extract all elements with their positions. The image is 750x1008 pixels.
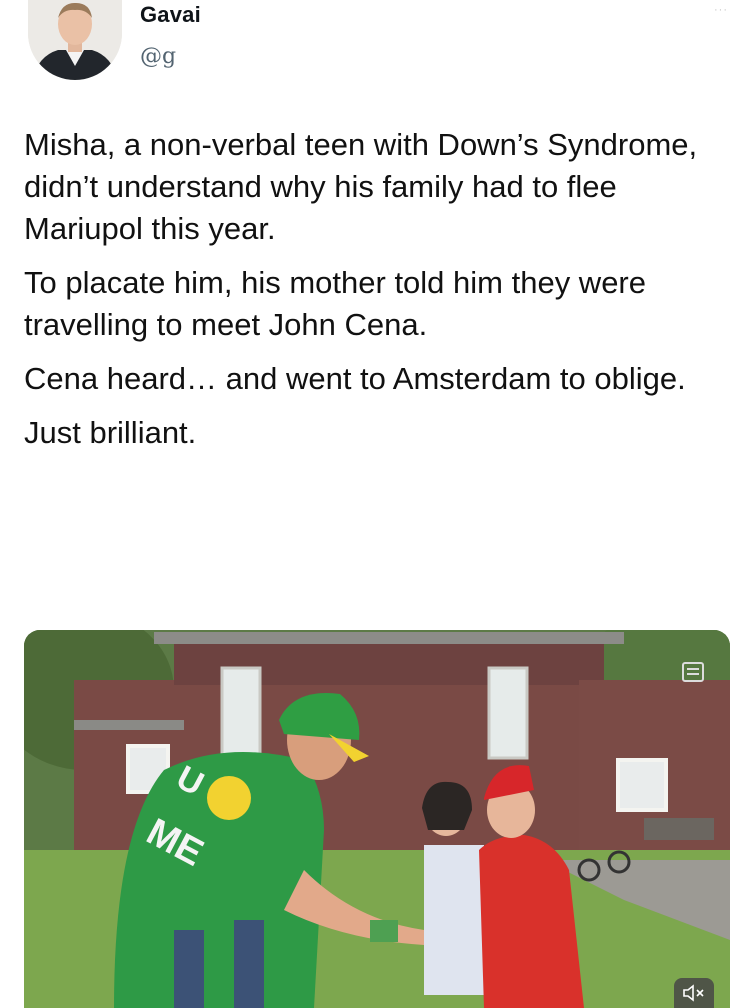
- tweet-paragraph: To placate him, his mother told him they…: [24, 265, 646, 342]
- more-dots-icon[interactable]: ···: [714, 4, 728, 16]
- image-badge-icon: [682, 662, 704, 682]
- author-avatar[interactable]: [28, 0, 122, 80]
- tweet-media-photo[interactable]: U ME: [24, 630, 730, 1008]
- tweet-paragraph: Just brilliant.: [24, 415, 197, 450]
- speaker-muted-icon[interactable]: [674, 978, 714, 1008]
- author-handle[interactable]: @g: [140, 44, 176, 69]
- author-name[interactable]: Gavai: [140, 2, 201, 28]
- tweet-text: Misha, a non-verbal teen with Down’s Syn…: [24, 124, 729, 466]
- tweet-paragraph: Cena heard… and went to Amsterdam to obl…: [24, 361, 686, 396]
- tweet-paragraph: Misha, a non-verbal teen with Down’s Syn…: [24, 127, 698, 246]
